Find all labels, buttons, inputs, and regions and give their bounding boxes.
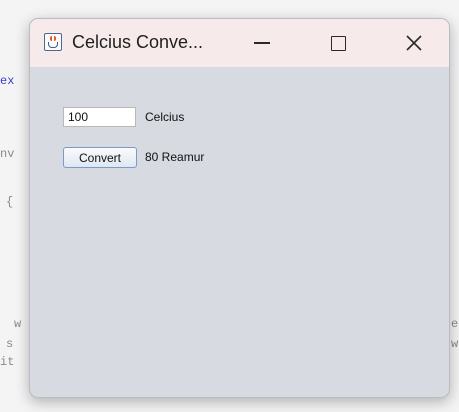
background-code-line: it	[0, 355, 15, 369]
background-code-line: w	[14, 317, 22, 331]
background-code-line: e	[451, 317, 459, 331]
celsius-label: Celcius	[145, 110, 185, 124]
minimize-button[interactable]	[239, 19, 285, 67]
window-content: 100 Celcius Convert 80 Reamur	[30, 67, 449, 397]
close-icon	[406, 35, 422, 51]
result-label: 80 Reamur	[145, 150, 205, 164]
window-title: Celcius Conve...	[72, 32, 204, 52]
java-app-icon	[44, 33, 62, 51]
background-code-line: s	[6, 337, 14, 351]
background-code-line: ex	[0, 74, 15, 88]
close-button[interactable]	[391, 19, 437, 67]
title-bar[interactable]: Celcius Conve...	[30, 19, 449, 67]
converter-window: Celcius Conve... 100 Celcius Convert 80 …	[29, 18, 450, 398]
background-code-line: {	[6, 195, 14, 209]
maximize-icon	[330, 35, 346, 51]
convert-button[interactable]: Convert	[63, 147, 137, 168]
background-code-line: nv	[0, 147, 15, 161]
background-code-line: w	[451, 337, 459, 351]
maximize-button[interactable]	[315, 19, 361, 67]
minimize-icon	[254, 42, 270, 44]
celsius-input[interactable]: 100	[63, 107, 136, 127]
